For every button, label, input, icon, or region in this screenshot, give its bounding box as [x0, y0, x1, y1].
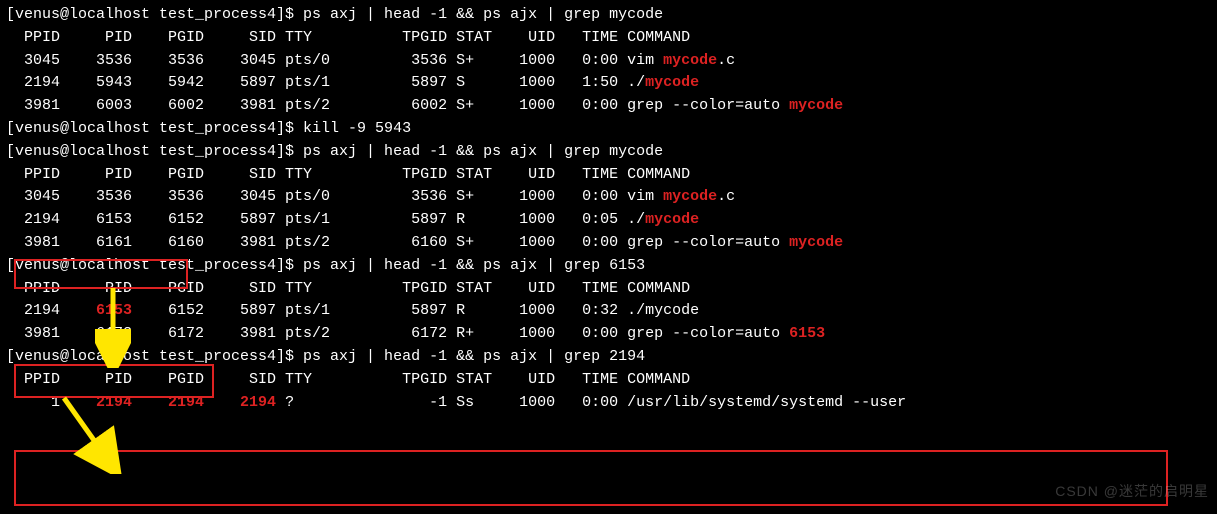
prompt-line[interactable]: [venus@localhost test_process4]$ kill -9… [6, 118, 1211, 141]
ps-row: 3045 3536 3536 3045 pts/0 3536 S+ 1000 0… [6, 186, 1211, 209]
ps-row: 2194 6153 6152 5897 pts/1 5897 R 1000 0:… [6, 300, 1211, 323]
ps-row: 3981 6161 6160 3981 pts/2 6160 S+ 1000 0… [6, 232, 1211, 255]
annotation-box-3 [14, 450, 1168, 506]
ps-row: 3981 6173 6172 3981 pts/2 6172 R+ 1000 0… [6, 323, 1211, 346]
ps-header: PPID PID PGID SID TTY TPGID STAT UID TIM… [6, 27, 1211, 50]
ps-row: 2194 6153 6152 5897 pts/1 5897 R 1000 0:… [6, 209, 1211, 232]
ps-row: 2194 5943 5942 5897 pts/1 5897 S 1000 1:… [6, 72, 1211, 95]
ps-row: 3045 3536 3536 3045 pts/0 3536 S+ 1000 0… [6, 50, 1211, 73]
terminal-output: [venus@localhost test_process4]$ ps axj … [6, 4, 1211, 414]
ps-row: 1 2194 2194 2194 ? -1 Ss 1000 0:00 /usr/… [6, 392, 1211, 415]
prompt-line[interactable]: [venus@localhost test_process4]$ ps axj … [6, 141, 1211, 164]
prompt-line[interactable]: [venus@localhost test_process4]$ ps axj … [6, 4, 1211, 27]
ps-header: PPID PID PGID SID TTY TPGID STAT UID TIM… [6, 369, 1211, 392]
ps-header: PPID PID PGID SID TTY TPGID STAT UID TIM… [6, 278, 1211, 301]
prompt-line[interactable]: [venus@localhost test_process4]$ ps axj … [6, 255, 1211, 278]
ps-row: 3981 6003 6002 3981 pts/2 6002 S+ 1000 0… [6, 95, 1211, 118]
prompt-line[interactable]: [venus@localhost test_process4]$ ps axj … [6, 346, 1211, 369]
watermark: CSDN @迷茫的启明星 [1055, 481, 1209, 502]
ps-header: PPID PID PGID SID TTY TPGID STAT UID TIM… [6, 164, 1211, 187]
